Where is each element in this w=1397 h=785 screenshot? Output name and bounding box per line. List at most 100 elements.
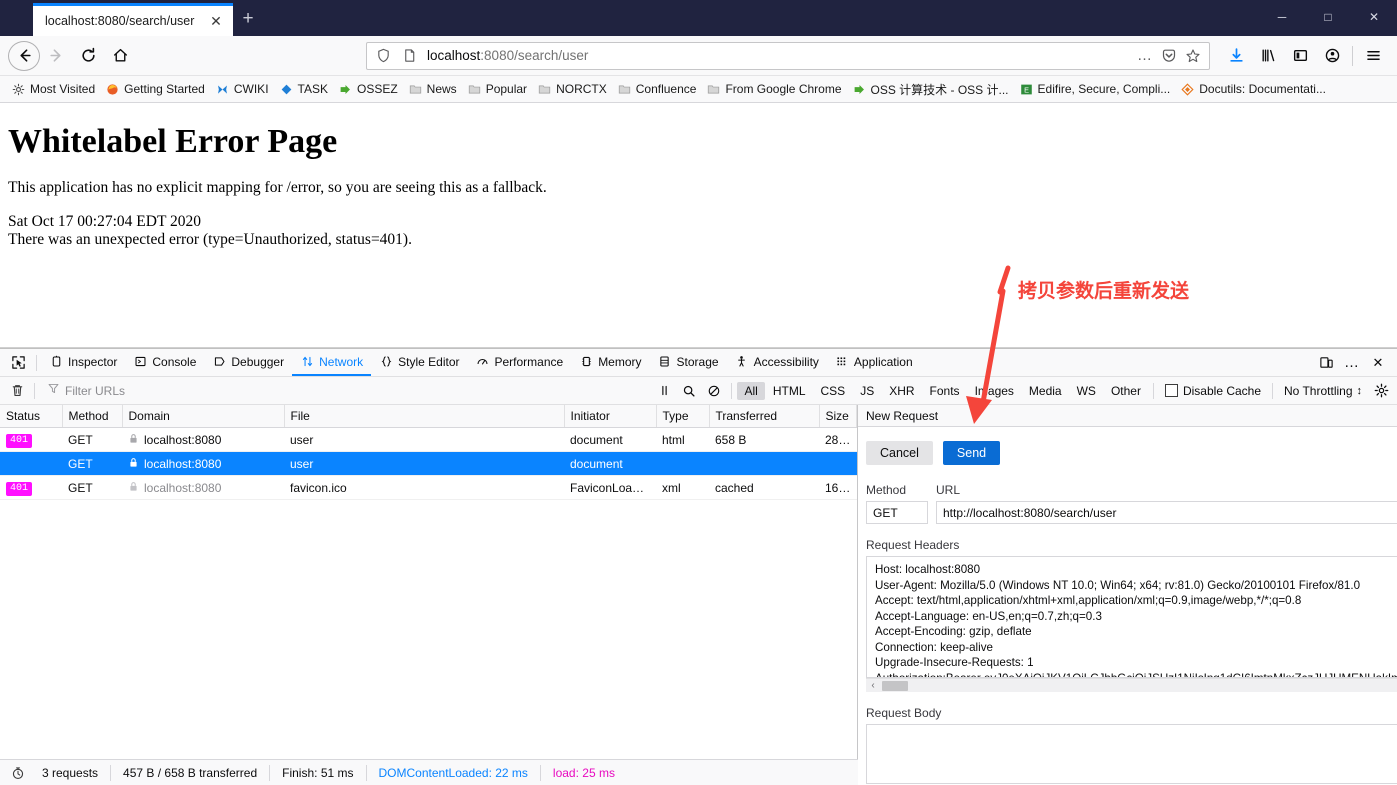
send-button[interactable]: Send bbox=[942, 441, 1001, 465]
filter-fonts[interactable]: Fonts bbox=[923, 382, 967, 400]
table-row[interactable]: 401 GET localhost:8080 favicon.ico Favic… bbox=[0, 475, 857, 500]
download-icon[interactable] bbox=[1220, 40, 1252, 72]
filter-css[interactable]: CSS bbox=[814, 382, 853, 400]
tab-accessibility[interactable]: Accessibility bbox=[727, 349, 827, 376]
tab-storage[interactable]: Storage bbox=[650, 349, 727, 376]
library-icon[interactable] bbox=[1252, 40, 1284, 72]
meatball-menu-icon[interactable]: … bbox=[1133, 44, 1157, 68]
scroll-left-icon[interactable]: ‹ bbox=[866, 679, 880, 693]
headers-horizontal-scrollbar[interactable]: ‹ › bbox=[866, 678, 1397, 692]
bookmark-edifire[interactable]: E Edifire, Secure, Compli... bbox=[1014, 80, 1176, 99]
request-headers-box[interactable]: Host: localhost:8080 User-Agent: Mozilla… bbox=[866, 556, 1397, 678]
bookmark-confluence[interactable]: Confluence bbox=[612, 80, 702, 99]
bookmark-norctx[interactable]: NORCTX bbox=[532, 80, 612, 99]
filter-js[interactable]: JS bbox=[853, 382, 881, 400]
tab-console[interactable]: Console bbox=[125, 349, 204, 376]
bookmark-news[interactable]: News bbox=[403, 80, 462, 99]
scrollbar-track[interactable] bbox=[880, 679, 1396, 693]
pocket-icon[interactable] bbox=[1157, 44, 1181, 68]
cell-file: favicon.ico bbox=[284, 475, 564, 500]
url-text[interactable]: localhost:8080/search/user bbox=[421, 48, 1133, 63]
method-input[interactable] bbox=[866, 501, 928, 524]
bookmark-popular[interactable]: Popular bbox=[462, 80, 532, 99]
bookmark-oss-jisuan[interactable]: OSS 计算技术 - OSS 计... bbox=[847, 79, 1014, 100]
disable-cache-checkbox[interactable]: Disable Cache bbox=[1159, 384, 1267, 398]
table-row[interactable]: 401 GET localhost:8080 user document htm… bbox=[0, 427, 857, 452]
column-status[interactable]: Status bbox=[0, 405, 63, 428]
tab-application[interactable]: Application bbox=[827, 349, 921, 376]
cell-size: 168 B bbox=[819, 475, 857, 500]
filter-media[interactable]: Media bbox=[1022, 382, 1069, 400]
column-transferred[interactable]: Transferred bbox=[709, 405, 820, 428]
close-icon[interactable]: ✕ bbox=[207, 12, 225, 30]
responsive-design-mode-icon[interactable] bbox=[1313, 350, 1339, 376]
column-file[interactable]: File bbox=[284, 405, 565, 428]
disable-cache-label: Disable Cache bbox=[1182, 383, 1262, 398]
url-input[interactable] bbox=[936, 501, 1397, 524]
tab-performance[interactable]: Performance bbox=[467, 349, 571, 376]
page-icon[interactable] bbox=[397, 44, 421, 68]
bookmark-most-visited[interactable]: Most Visited bbox=[6, 80, 100, 99]
star-icon[interactable] bbox=[1181, 44, 1205, 68]
throttling-select[interactable]: No Throttling ↕ bbox=[1278, 384, 1368, 398]
devtools-meatball-menu-icon[interactable]: … bbox=[1339, 350, 1365, 376]
reload-icon[interactable] bbox=[72, 40, 104, 72]
table-row[interactable]: GET localhost:8080 user document bbox=[0, 451, 857, 476]
url-bar[interactable]: localhost:8080/search/user … bbox=[366, 41, 1210, 70]
cell-status bbox=[0, 451, 62, 476]
column-initiator[interactable]: Initiator bbox=[564, 405, 657, 428]
column-method[interactable]: Method bbox=[62, 405, 123, 428]
column-type[interactable]: Type bbox=[656, 405, 710, 428]
hamburger-menu-icon[interactable] bbox=[1357, 40, 1389, 72]
sidebar-icon[interactable] bbox=[1284, 40, 1316, 72]
filter-images[interactable]: Images bbox=[968, 382, 1021, 400]
window-close-button[interactable]: ✕ bbox=[1351, 0, 1397, 33]
scrollbar-thumb[interactable] bbox=[882, 680, 908, 691]
maximize-button[interactable]: □ bbox=[1305, 0, 1351, 33]
tab-network[interactable]: Network bbox=[292, 349, 372, 376]
browser-tab[interactable]: localhost:8080/search/user ✕ bbox=[33, 3, 233, 36]
pause-icon[interactable] bbox=[652, 379, 676, 403]
bookmark-label: Getting Started bbox=[124, 82, 205, 96]
tab-debugger[interactable]: Debugger bbox=[204, 349, 292, 376]
filter-all[interactable]: All bbox=[737, 381, 765, 400]
tab-style-editor[interactable]: Style Editor bbox=[371, 349, 467, 376]
cell-initiator[interactable]: FaviconLoad… bbox=[564, 475, 656, 500]
accessibility-icon bbox=[735, 355, 749, 369]
account-icon[interactable] bbox=[1316, 40, 1348, 72]
bookmark-cwiki[interactable]: CWIKI bbox=[210, 80, 274, 99]
new-tab-button[interactable]: + bbox=[233, 4, 263, 34]
bookmark-task[interactable]: TASK bbox=[274, 80, 333, 99]
filter-ws[interactable]: WS bbox=[1070, 382, 1103, 400]
home-icon[interactable] bbox=[104, 40, 136, 72]
filter-other[interactable]: Other bbox=[1104, 382, 1148, 400]
cell-initiator: document bbox=[564, 427, 656, 452]
bookmark-getting-started[interactable]: Getting Started bbox=[100, 80, 210, 99]
filter-html[interactable]: HTML bbox=[766, 382, 813, 400]
minimize-button[interactable]: ─ bbox=[1259, 0, 1305, 33]
gear-icon[interactable] bbox=[1369, 379, 1393, 403]
close-devtools-icon[interactable]: ✕ bbox=[1365, 350, 1391, 376]
block-icon[interactable] bbox=[702, 379, 726, 403]
tab-memory[interactable]: Memory bbox=[571, 349, 649, 376]
column-size[interactable]: Size bbox=[819, 405, 857, 428]
request-body-box[interactable] bbox=[866, 724, 1397, 784]
back-arrow-icon[interactable] bbox=[8, 40, 40, 71]
column-domain[interactable]: Domain bbox=[122, 405, 285, 428]
forward-arrow-icon[interactable] bbox=[40, 40, 72, 72]
shield-icon[interactable] bbox=[371, 44, 395, 68]
filter-xhr[interactable]: XHR bbox=[882, 382, 921, 400]
element-picker-icon[interactable] bbox=[4, 350, 32, 376]
search-icon[interactable] bbox=[677, 379, 701, 403]
bookmark-ossez[interactable]: OSSEZ bbox=[333, 80, 403, 99]
cell-type bbox=[656, 451, 709, 476]
bookmark-from-google-chrome[interactable]: From Google Chrome bbox=[701, 80, 846, 99]
search-input[interactable]: Filter URLs bbox=[39, 382, 639, 400]
trash-icon[interactable] bbox=[4, 379, 30, 403]
cancel-button[interactable]: Cancel bbox=[866, 441, 933, 465]
devtools-tab-strip: Inspector Console Debugger Network Style… bbox=[0, 349, 1397, 377]
tab-inspector[interactable]: Inspector bbox=[41, 349, 125, 376]
url-bar-left-icons bbox=[371, 44, 421, 68]
bookmark-label: From Google Chrome bbox=[725, 82, 842, 96]
bookmark-docutils[interactable]: Docutils: Documentati... bbox=[1175, 80, 1331, 99]
